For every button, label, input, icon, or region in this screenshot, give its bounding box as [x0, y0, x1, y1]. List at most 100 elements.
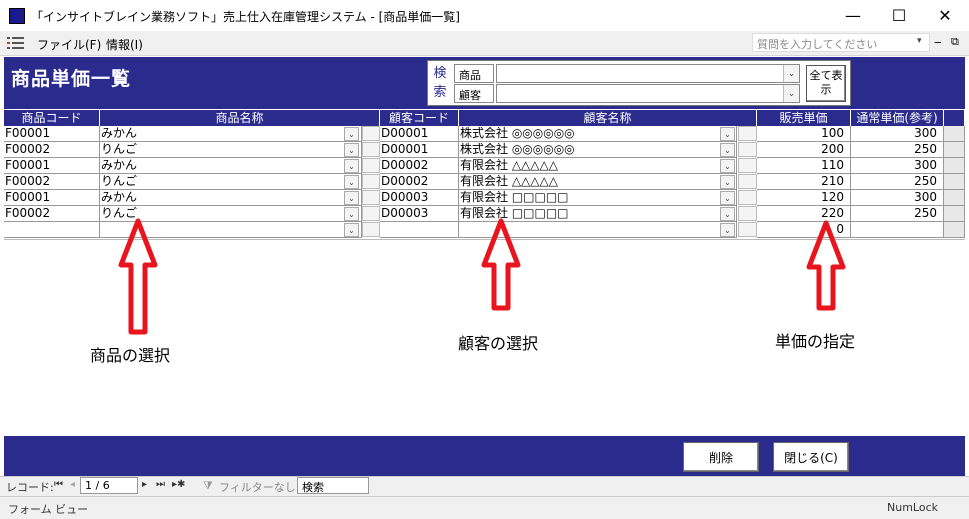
- standard-price-cell: 300: [851, 126, 944, 142]
- up-arrow-icon: [481, 218, 521, 311]
- up-arrow-icon: [118, 218, 158, 335]
- customer-name-cell[interactable]: 株式会社 ◎◎◎◎◎◎: [459, 142, 737, 158]
- product-code-cell: F00002: [4, 174, 100, 190]
- next-record-icon[interactable]: ▸: [142, 479, 147, 490]
- menu-info[interactable]: 情報(I): [106, 36, 143, 53]
- previous-record-icon[interactable]: ◂: [70, 479, 75, 490]
- filter-icon: ⧩: [203, 479, 213, 492]
- numlock-status: NumLock: [887, 501, 938, 514]
- product-lookup-button[interactable]: [362, 174, 380, 189]
- chevron-down-icon[interactable]: ⌄: [344, 127, 359, 141]
- status-bar: [0, 496, 969, 519]
- new-record-icon[interactable]: ▸✱: [172, 479, 185, 490]
- customer-lookup-button[interactable]: [738, 126, 757, 141]
- delete-button[interactable]: 削除: [683, 442, 759, 472]
- chevron-down-icon[interactable]: ⌄: [720, 143, 735, 157]
- chevron-down-icon[interactable]: ⌄: [344, 175, 359, 189]
- help-dropdown-icon[interactable]: ▾: [917, 36, 922, 46]
- chevron-down-icon[interactable]: ⌄: [720, 223, 735, 237]
- standard-price-cell: 300: [851, 158, 944, 174]
- row-spacer: [944, 222, 965, 238]
- chevron-down-icon[interactable]: ⌄: [720, 191, 735, 205]
- row-spacer: [944, 190, 965, 206]
- product-name-cell[interactable]: りんご: [100, 174, 362, 190]
- page-title: 商品単価一覧: [11, 68, 132, 90]
- product-lookup-button[interactable]: [362, 142, 380, 157]
- customer-lookup-button[interactable]: [738, 190, 757, 205]
- customer-lookup-button[interactable]: [738, 142, 757, 157]
- product-lookup-button[interactable]: [362, 126, 380, 141]
- annotation-customer-select: 顧客の選択: [458, 334, 539, 353]
- chevron-down-icon[interactable]: ⌄: [344, 223, 359, 237]
- product-code-cell: F00002: [4, 206, 100, 222]
- chevron-down-icon[interactable]: ⌄: [344, 159, 359, 173]
- product-lookup-button[interactable]: [362, 158, 380, 173]
- sales-price-cell[interactable]: 210: [757, 174, 851, 190]
- customer-code-cell: D00002: [380, 174, 459, 190]
- product-filter-combo[interactable]: [496, 64, 800, 83]
- record-label: レコード:: [6, 481, 54, 494]
- chevron-down-icon[interactable]: ⌄: [720, 175, 735, 189]
- row-spacer: [944, 206, 965, 222]
- chevron-down-icon[interactable]: ⌄: [720, 159, 735, 173]
- customer-name-cell[interactable]: 有限会社 □□□□□: [459, 190, 737, 206]
- sales-price-cell[interactable]: 120: [757, 190, 851, 206]
- last-record-icon[interactable]: ⏭: [156, 479, 165, 490]
- product-lookup-button[interactable]: [362, 222, 380, 237]
- product-name-cell[interactable]: みかん: [100, 158, 362, 174]
- filter-status[interactable]: フィルターなし: [219, 479, 296, 495]
- chevron-down-icon[interactable]: ⌄: [344, 143, 359, 157]
- customer-lookup-button[interactable]: [738, 222, 757, 237]
- chevron-down-icon[interactable]: ⌄: [720, 207, 735, 221]
- standard-price-cell: 300: [851, 190, 944, 206]
- product-code-cell: F00001: [4, 126, 100, 142]
- minimize-button[interactable]: —: [830, 0, 876, 31]
- sales-price-cell[interactable]: 100: [757, 126, 851, 142]
- form-menu-icon[interactable]: [7, 36, 25, 50]
- product-name-cell[interactable]: みかん: [100, 126, 362, 142]
- maximize-button[interactable]: ☐: [876, 0, 922, 31]
- customer-name-cell[interactable]: 有限会社 △△△△△: [459, 174, 737, 190]
- close-form-button[interactable]: 閉じる(C): [773, 442, 849, 472]
- chevron-down-icon[interactable]: ⌄: [783, 65, 799, 82]
- close-button[interactable]: ✕: [922, 0, 968, 31]
- mdi-minimize-button[interactable]: ‒: [934, 35, 942, 49]
- row-spacer: [944, 174, 965, 190]
- chevron-down-icon[interactable]: ⌄: [344, 207, 359, 221]
- product-name-cell[interactable]: みかん: [100, 190, 362, 206]
- column-header-customer-name: 顧客名称: [459, 110, 757, 126]
- product-code-cell: F00001: [4, 158, 100, 174]
- customer-lookup-button[interactable]: [738, 174, 757, 189]
- mdi-restore-button[interactable]: ⧉: [951, 35, 959, 49]
- customer-filter-combo[interactable]: [496, 84, 800, 103]
- customer-code-cell: D00001: [380, 142, 459, 158]
- standard-price-cell: 250: [851, 206, 944, 222]
- customer-lookup-button[interactable]: [738, 158, 757, 173]
- window-title: 「インサイトブレイン業務ソフト」売上仕入在庫管理システム - [商品単価一覧]: [31, 10, 460, 24]
- app-icon: [9, 8, 25, 24]
- product-lookup-button[interactable]: [362, 206, 380, 221]
- customer-name-cell[interactable]: 有限会社 △△△△△: [459, 158, 737, 174]
- product-lookup-button[interactable]: [362, 190, 380, 205]
- record-position-input[interactable]: 1 / 6: [80, 477, 138, 494]
- help-question-input[interactable]: 質問を入力してください: [752, 33, 930, 52]
- menu-file[interactable]: ファイル(F): [37, 36, 101, 53]
- record-search-input[interactable]: 検索: [297, 477, 369, 494]
- chevron-down-icon[interactable]: ⌄: [783, 85, 799, 102]
- sales-price-cell[interactable]: 200: [757, 142, 851, 158]
- row-spacer: [944, 126, 965, 142]
- customer-filter-label: 顧客: [454, 84, 494, 103]
- product-code-cell: F00001: [4, 190, 100, 206]
- customer-lookup-button[interactable]: [738, 206, 757, 221]
- customer-name-cell[interactable]: 株式会社 ◎◎◎◎◎◎: [459, 126, 737, 142]
- show-all-button[interactable]: 全て表示: [806, 65, 846, 102]
- search-label: 検索: [433, 66, 447, 100]
- customer-code-cell: D00003: [380, 190, 459, 206]
- chevron-down-icon[interactable]: ⌄: [344, 191, 359, 205]
- customer-code-cell: [380, 222, 459, 238]
- sales-price-cell[interactable]: 110: [757, 158, 851, 174]
- product-code-cell: [4, 222, 100, 238]
- first-record-icon[interactable]: ⏮: [54, 479, 63, 490]
- product-name-cell[interactable]: りんご: [100, 142, 362, 158]
- chevron-down-icon[interactable]: ⌄: [720, 127, 735, 141]
